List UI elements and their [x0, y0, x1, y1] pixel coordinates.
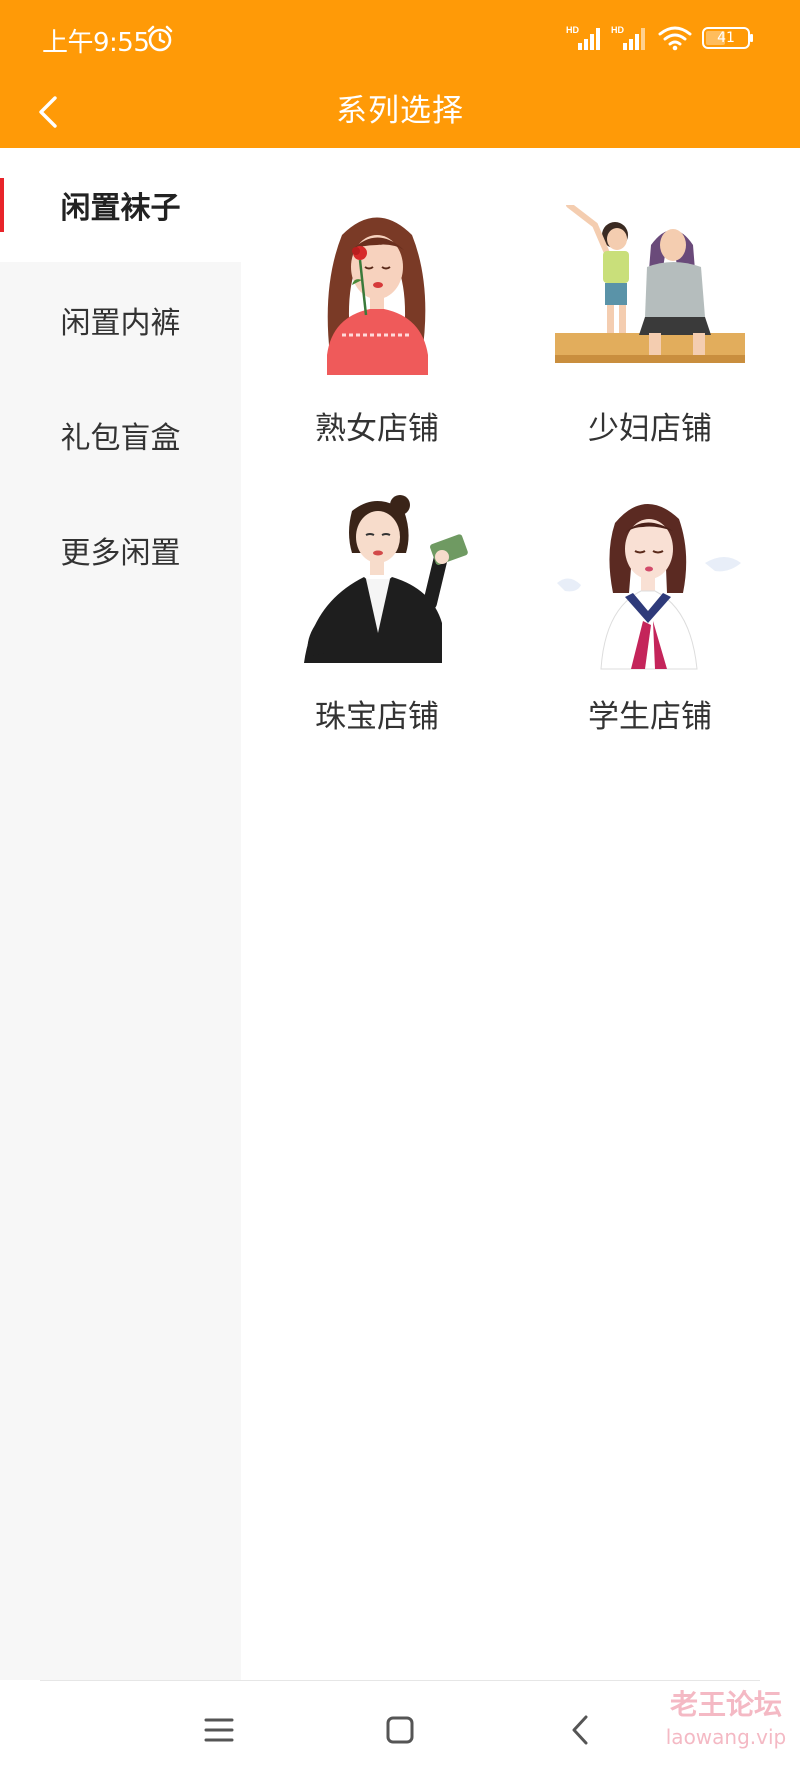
sidebar-item-label: 更多闲置	[60, 536, 181, 571]
sidebar-item-more[interactable]: 更多闲置	[0, 493, 241, 607]
mother-and-child-illustration	[555, 205, 745, 363]
home-icon[interactable]	[375, 1705, 425, 1755]
woman-with-rose-illustration	[327, 217, 428, 375]
shop-label: 少妇店铺	[588, 411, 712, 447]
watermark-url: laowang.vip	[665, 1725, 787, 1749]
signal-icon: HD	[611, 25, 645, 50]
sidebar-item-label: 礼包盲盒	[60, 421, 181, 456]
shop-label: 熟女店铺	[315, 411, 439, 447]
businesswoman-illustration	[304, 495, 468, 663]
shop-card-young-wife[interactable]: 少妇店铺	[535, 205, 765, 475]
page-title: 系列选择	[336, 93, 464, 129]
sidebar-item-gift-box[interactable]: 礼包盲盒	[0, 378, 241, 492]
wifi-icon	[658, 26, 692, 51]
battery-level: 41	[717, 30, 735, 46]
sidebar-item-label: 闲置内裤	[60, 306, 181, 341]
watermark-text: 老王论坛	[669, 1688, 782, 1721]
signal-icon: HD	[566, 25, 600, 50]
shop-label: 珠宝店铺	[315, 699, 439, 735]
chevron-left-icon	[39, 96, 57, 128]
schoolgirl-illustration	[557, 503, 741, 670]
back-button[interactable]	[20, 84, 76, 140]
sidebar-item-label: 闲置袜子	[60, 191, 181, 226]
shop-label: 学生店铺	[588, 699, 712, 735]
status-bar: 上午9:55 HD HD 41	[0, 0, 800, 74]
shop-card-jewelry[interactable]: 珠宝店铺	[262, 493, 492, 763]
header-bar: 系列选择	[0, 74, 800, 148]
sidebar-item-underwear[interactable]: 闲置内裤	[0, 263, 241, 377]
signal-hd-label: HD	[566, 25, 579, 35]
sidebar-item-socks[interactable]: 闲置袜子	[0, 148, 241, 262]
active-indicator	[0, 178, 4, 232]
alarm-icon	[147, 25, 173, 52]
back-icon[interactable]	[556, 1705, 606, 1755]
menu-icon[interactable]	[194, 1705, 244, 1755]
category-sidebar: 闲置袜子 闲置内裤 礼包盲盒 更多闲置	[0, 148, 241, 1680]
signal-hd-label: HD	[611, 25, 624, 35]
shop-card-student[interactable]: 学生店铺	[535, 493, 765, 763]
shop-card-mature[interactable]: 熟女店铺	[262, 205, 492, 475]
status-time: 上午9:55	[42, 28, 150, 58]
